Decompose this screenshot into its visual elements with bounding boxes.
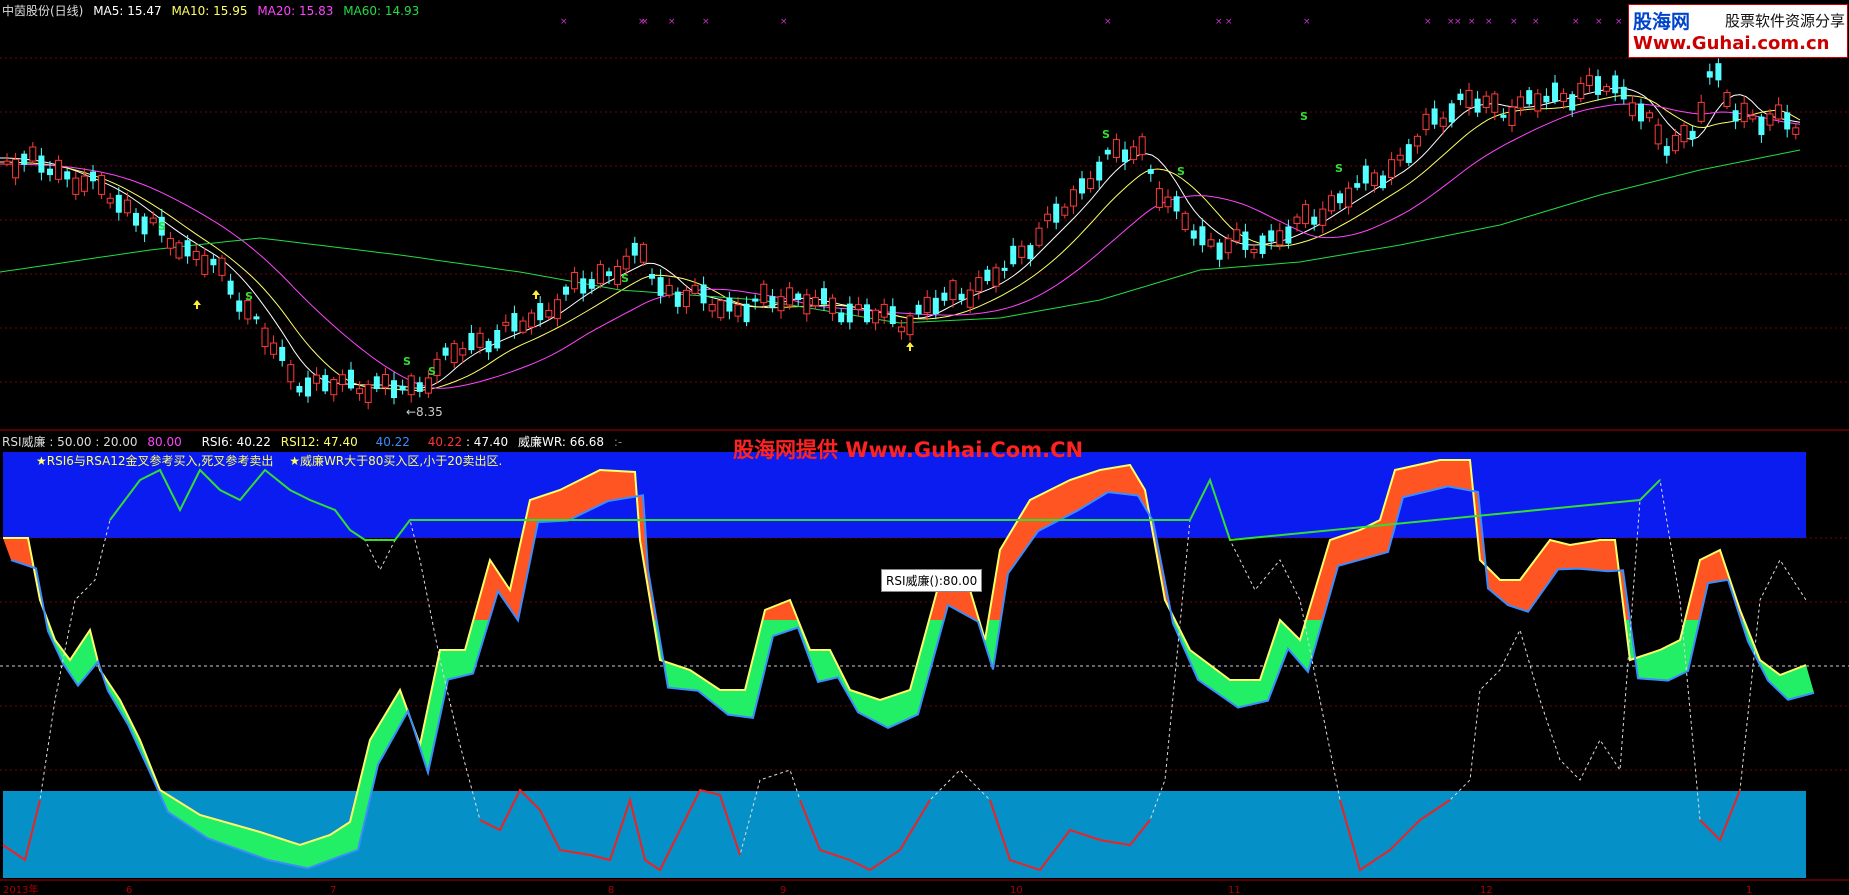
signal-dot-icon: × [1595,17,1603,27]
sell-signal-icon: S [245,290,253,303]
date-axis-label: 12 [1480,885,1493,895]
sell-signal-icon: S [621,272,629,285]
candlestick [175,239,183,261]
strategy-notes: ★RSI6与RSA12金叉参考买入,死叉参考卖出 ★威廉WR大于80买入区,小于… [36,452,502,469]
signal-dot-icon: × [1303,17,1311,27]
signal-dot-icon: × [1510,17,1518,27]
date-axis-label: 6 [126,885,132,895]
signal-dot-icon: × [560,17,568,27]
rsi12-value: RSI12: 47.40 [280,435,358,449]
watermark-brand: 股海网 [1633,11,1691,33]
sell-signal-icon: S [1335,162,1343,175]
stock-title: 中茵股份(日线) [2,4,84,18]
dash-value: :- [613,435,623,449]
sell-signal-icon: S [403,355,411,368]
wr-value: 威廉WR: 66.68 [518,435,605,449]
date-axis-label: 9 [780,885,786,895]
candlestick [639,242,647,266]
signal-dot-icon: × [1104,17,1112,27]
low-price-label: ←8.35 [406,405,443,419]
note-rsi: ★RSI6与RSA12金叉参考买入,死叉参考卖出 [36,454,274,468]
signal-dot-icon: × [1572,17,1580,27]
date-axis-label: 8 [608,885,614,895]
sell-signal-icon: S [1177,165,1185,178]
signal-dot-icon: × [1615,17,1623,27]
sell-signal-icon: S [428,365,436,378]
candlestick [1723,89,1731,110]
watermark-url: Www.Guhai.com.cn [1633,33,1830,54]
indicator-param3: 80.00 [147,435,182,449]
signal-dot-icon: × [702,17,710,27]
candlestick [1181,210,1189,233]
date-axis-label: 11 [1228,885,1241,895]
date-axis-label: 7 [330,885,336,895]
signal-dot-icon: × [1225,17,1233,27]
value-tooltip: RSI威廉():80.00 [881,569,983,592]
signal-dot-icon: × [780,17,788,27]
candlestick [717,298,725,321]
value-white: : 47.40 [465,435,509,449]
sell-signal-icon: S [158,220,166,233]
ma5-value: MA5: 15.47 [93,4,162,18]
indicator-params: : 50.00 : 20.00 [49,435,138,449]
signal-dot-icon: × [1215,17,1223,27]
buy-zone-band [3,791,1806,878]
date-axis-label: 10 [1010,885,1023,895]
signal-dot-icon: × [1485,17,1493,27]
signal-dot-icon: × [1468,17,1476,27]
note-wr: ★威廉WR大于80买入区,小于20卖出区. [289,454,503,468]
value-red: 40.22 [427,435,463,449]
indicator-header: RSI威廉 : 50.00 : 20.00 80.00 RSI6: 40.22 … [2,433,628,450]
date-axis-label: 2013年 [3,883,38,895]
signal-dot-icon: × [641,17,649,27]
watermark-slogan: 股票软件资源分享 [1725,12,1846,30]
signal-dot-icon: × [1532,17,1540,27]
sell-signal-icon: S [1102,128,1110,141]
signal-dot-icon: × [1454,17,1462,27]
date-axis-label: 1 [1746,885,1752,895]
ma60-value: MA60: 14.93 [343,4,420,18]
indicator-name: RSI威廉 [2,435,46,449]
value-blue: 40.22 [375,435,410,449]
candlestick [1302,199,1310,228]
site-banner: 股海网提供 Www.Guhai.Com.CN [733,438,1084,462]
ma20-value: MA20: 15.83 [257,4,334,18]
signal-dot-icon: × [1424,17,1432,27]
sell-signal-icon: S [1300,110,1308,123]
ma10-value: MA10: 15.95 [171,4,248,18]
signal-dot-icon: × [668,17,676,27]
rsi6-value: RSI6: 40.22 [201,435,271,449]
price-header: 中茵股份(日线) MA5: 15.47 MA10: 15.95 MA20: 15… [2,2,425,19]
watermark-logo: 股海网 股票软件资源分享 Www.Guhai.com.cn [1628,4,1848,58]
